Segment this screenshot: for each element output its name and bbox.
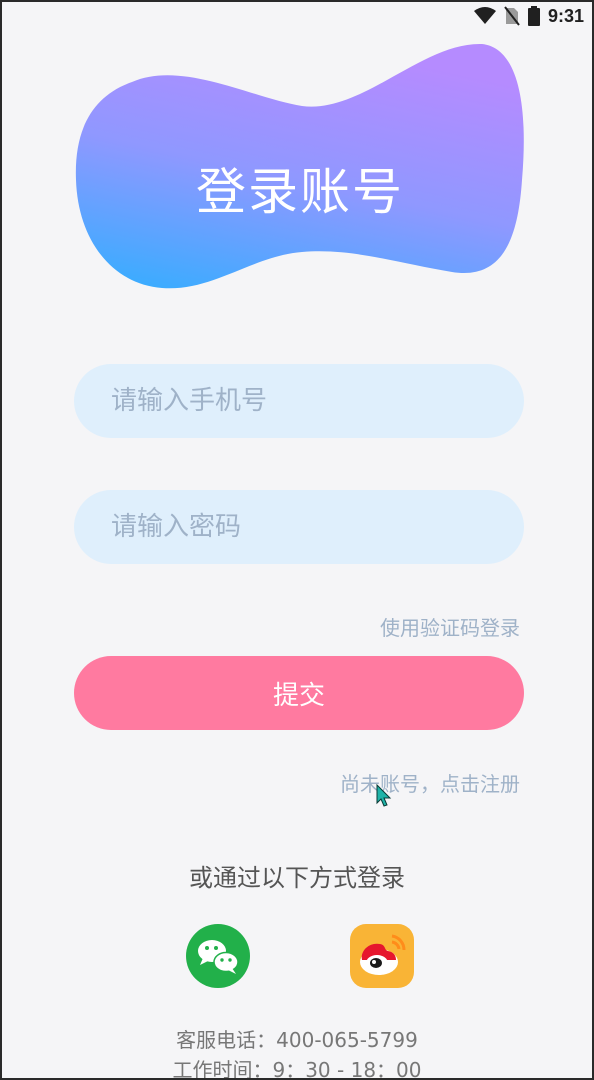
status-icons: 9:31 — [473, 4, 584, 28]
weibo-login-button[interactable] — [350, 924, 414, 988]
status-bar: 9:31 — [2, 2, 592, 30]
customer-service-phone: 客服电话：400-065-5799 — [176, 1028, 418, 1052]
wifi-icon — [473, 7, 496, 24]
page-title: 登录账号 — [196, 163, 404, 221]
sms-login-link[interactable]: 使用验证码登录 — [380, 612, 520, 641]
wechat-icon — [186, 924, 250, 988]
submit-button[interactable]: 提交 — [74, 656, 524, 730]
no-sim-icon — [504, 6, 520, 26]
password-input[interactable] — [109, 511, 524, 543]
working-hours: 工作时间：9：30 - 18：00 — [172, 1058, 422, 1080]
mouse-cursor-icon — [376, 784, 392, 807]
weibo-icon — [350, 924, 414, 988]
status-time: 9:31 — [547, 5, 584, 26]
battery-icon — [527, 6, 540, 26]
login-screen: 9:31 登录账号 使用验证码登录 提交 尚未账号，点击注册 或通过以下方式登录 — [0, 0, 594, 1080]
phone-field[interactable] — [74, 364, 524, 438]
wechat-login-button[interactable] — [186, 924, 250, 988]
alt-login-title: 或通过以下方式登录 — [189, 864, 405, 892]
phone-input[interactable] — [109, 385, 524, 417]
register-link[interactable]: 尚未账号，点击注册 — [340, 768, 520, 797]
header-blob: 登录账号 — [72, 40, 528, 296]
password-field[interactable] — [74, 490, 524, 564]
